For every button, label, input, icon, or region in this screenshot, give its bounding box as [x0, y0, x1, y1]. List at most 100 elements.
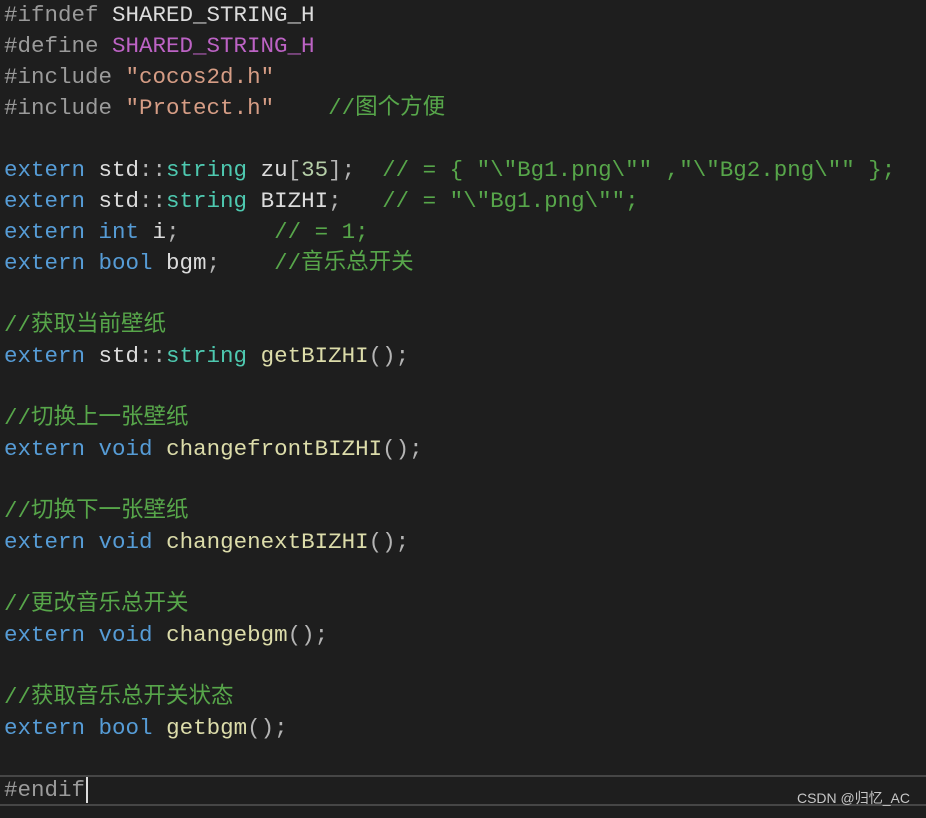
- code-token: //获取当前壁纸: [4, 312, 167, 338]
- code-token: ;: [166, 219, 180, 245]
- code-line[interactable]: [4, 124, 926, 155]
- code-token: 35: [301, 157, 329, 183]
- code-token: extern: [4, 436, 86, 462]
- code-line[interactable]: extern bool bgm; //音乐总开关: [4, 248, 926, 279]
- code-line[interactable]: extern void changefrontBIZHI();: [4, 434, 926, 465]
- code-line[interactable]: extern std::string getBIZHI();: [4, 341, 926, 372]
- code-token: // = { "\"Bg1.png\"" ,"\"Bg2.png\"" };: [382, 157, 896, 183]
- code-token: getbgm: [166, 715, 248, 741]
- code-line[interactable]: extern void changenextBIZHI();: [4, 527, 926, 558]
- watermark: CSDN @归忆_AC: [796, 790, 910, 806]
- text-caret: [86, 777, 89, 804]
- code-line[interactable]: #include "Protect.h" //图个方便: [4, 93, 926, 124]
- code-token: extern: [4, 622, 86, 648]
- code-token: // = 1;: [274, 219, 369, 245]
- code-token: [: [287, 157, 302, 183]
- code-token: extern: [4, 219, 86, 245]
- code-line[interactable]: extern std::string zu[35]; // = { "\"Bg1…: [4, 155, 926, 186]
- code-line[interactable]: //切换上一张壁纸: [4, 403, 926, 434]
- code-token: void: [98, 529, 153, 555]
- code-line[interactable]: #ifndef SHARED_STRING_H: [4, 0, 926, 31]
- code-token: //更改音乐总开关: [4, 591, 189, 617]
- code-token: ];: [328, 157, 356, 183]
- code-token: string: [166, 157, 248, 183]
- code-area[interactable]: #ifndef SHARED_STRING_H #define SHARED_ST…: [0, 0, 926, 806]
- code-token: extern: [4, 343, 86, 369]
- code-token: std: [85, 343, 140, 369]
- code-token: //音乐总开关: [274, 250, 414, 276]
- code-line[interactable]: //切换下一张壁纸: [4, 496, 926, 527]
- code-token: ();: [382, 436, 423, 462]
- code-token: ::: [139, 343, 167, 369]
- code-token: extern: [4, 157, 86, 183]
- code-token: void: [98, 436, 153, 462]
- code-token: extern: [4, 715, 86, 741]
- code-token: ();: [287, 622, 329, 648]
- code-line[interactable]: #endif: [0, 775, 926, 806]
- code-token: //图个方便: [328, 95, 446, 121]
- code-token: ::: [139, 157, 167, 183]
- code-token: #include: [4, 64, 113, 90]
- code-line[interactable]: [4, 651, 926, 682]
- code-line[interactable]: [4, 558, 926, 589]
- code-token: changenextBIZHI: [166, 529, 369, 555]
- code-line[interactable]: [4, 744, 926, 775]
- code-line[interactable]: #define SHARED_STRING_H: [4, 31, 926, 62]
- code-token: void: [98, 622, 153, 648]
- code-token: changefrontBIZHI: [166, 436, 383, 462]
- code-line[interactable]: extern int i; // = 1;: [4, 217, 926, 248]
- code-token: // = "\"Bg1.png\"";: [382, 188, 639, 214]
- code-token: //切换下一张壁纸: [4, 498, 189, 524]
- code-line[interactable]: extern std::string BIZHI; // = "\"Bg1.pn…: [4, 186, 926, 217]
- code-token: #endif: [4, 777, 86, 803]
- code-token: extern: [4, 188, 86, 214]
- code-token: bool: [98, 250, 153, 276]
- code-line[interactable]: extern void changebgm();: [4, 620, 926, 651]
- code-line[interactable]: [4, 465, 926, 496]
- code-line[interactable]: //获取音乐总开关状态: [4, 682, 926, 713]
- code-line[interactable]: [4, 279, 926, 310]
- code-token: #define: [4, 33, 99, 59]
- code-token: ::: [139, 188, 167, 214]
- code-line[interactable]: [4, 372, 926, 403]
- code-line[interactable]: //获取当前壁纸: [4, 310, 926, 341]
- code-token: ();: [247, 715, 288, 741]
- code-token: ;: [206, 250, 221, 276]
- code-line[interactable]: extern bool getbgm();: [4, 713, 926, 744]
- code-token: extern: [4, 250, 86, 276]
- code-token: SHARED_STRING_H: [112, 33, 315, 59]
- code-token: std: [85, 157, 140, 183]
- code-editor[interactable]: #ifndef SHARED_STRING_H #define SHARED_ST…: [0, 0, 926, 818]
- code-token: string: [166, 343, 248, 369]
- code-token: #include: [4, 95, 113, 121]
- code-token: ();: [368, 529, 410, 555]
- code-line[interactable]: //更改音乐总开关: [4, 589, 926, 620]
- code-line[interactable]: #include "cocos2d.h": [4, 62, 926, 93]
- code-token: "Protect.h": [125, 95, 275, 121]
- code-token: std: [85, 188, 140, 214]
- code-token: ();: [368, 343, 410, 369]
- code-token: bool: [98, 715, 153, 741]
- code-token: extern: [4, 529, 86, 555]
- code-token: #ifndef: [4, 2, 99, 28]
- code-token: //切换上一张壁纸: [4, 405, 189, 431]
- code-token: string: [166, 188, 248, 214]
